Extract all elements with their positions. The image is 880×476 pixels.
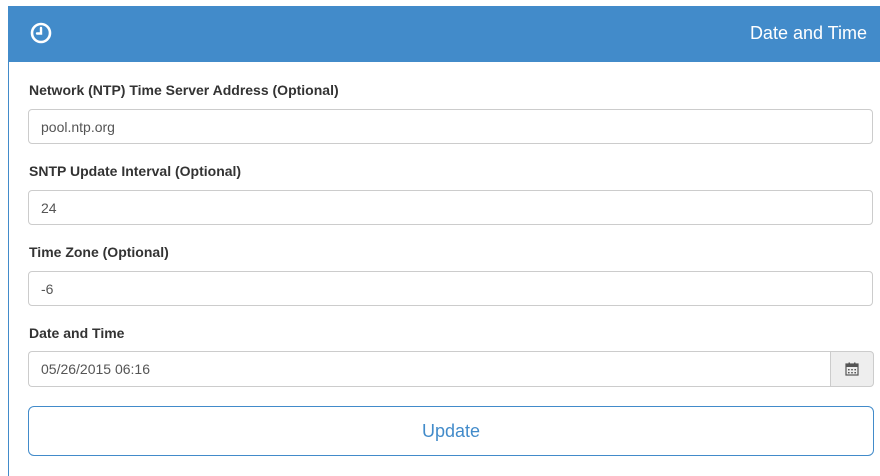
update-button[interactable]: Update bbox=[28, 406, 874, 456]
time-zone-label: Time Zone (Optional) bbox=[29, 244, 169, 260]
sntp-interval-input[interactable] bbox=[28, 190, 873, 225]
date-time-input[interactable] bbox=[28, 351, 830, 387]
sntp-interval-label: SNTP Update Interval (Optional) bbox=[29, 163, 242, 179]
date-time-panel: Date and Time Network (NTP) Time Server … bbox=[8, 6, 880, 476]
clock-icon bbox=[30, 22, 52, 44]
time-zone-input[interactable] bbox=[28, 271, 873, 306]
panel-title: Date and Time bbox=[749, 23, 867, 43]
date-time-label: Date and Time bbox=[29, 325, 125, 341]
ntp-server-input[interactable] bbox=[28, 109, 873, 144]
calendar-icon bbox=[845, 362, 859, 376]
panel-header: Date and Time bbox=[9, 6, 880, 62]
ntp-server-label: Network (NTP) Time Server Address (Optio… bbox=[29, 82, 339, 98]
calendar-button[interactable] bbox=[830, 351, 874, 387]
